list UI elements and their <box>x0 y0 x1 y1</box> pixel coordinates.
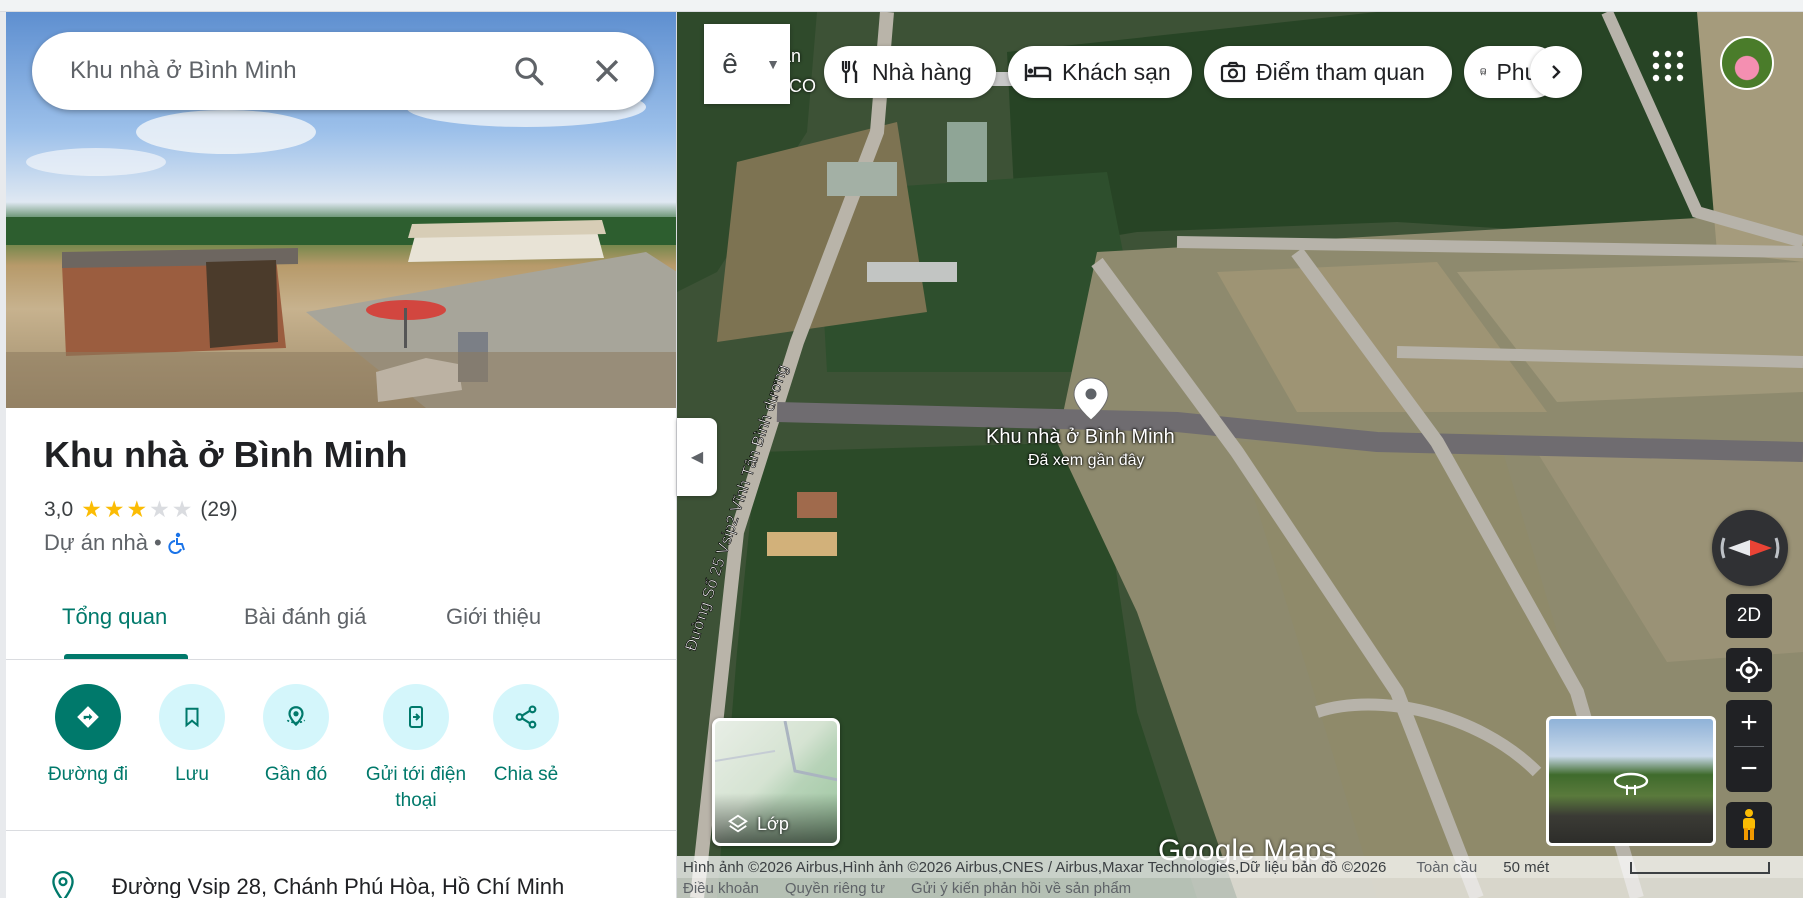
layer-preview-map <box>715 721 837 782</box>
category-row: Dự án nhà • <box>44 530 188 556</box>
scale-label[interactable]: 50 mét <box>1503 859 1549 876</box>
star-empty-icon: ★ <box>171 496 193 522</box>
compass-icon <box>1720 537 1780 559</box>
star-icon: ★ <box>81 496 102 522</box>
section-divider <box>6 830 676 831</box>
zoom-divider <box>1734 746 1764 747</box>
account-avatar[interactable] <box>1720 36 1774 90</box>
place-panel: Khu nhà ở Bình Minh 3,0 ★ ★ ★ ★ ★ (29) D… <box>6 12 677 898</box>
zoom-in-button[interactable]: + <box>1726 700 1772 746</box>
star-icon: ★ <box>103 496 125 522</box>
tab-overview[interactable]: Tổng quan <box>62 604 167 630</box>
send-to-phone-label: Gửi tới điện thoại <box>365 764 467 811</box>
chip-restaurants[interactable]: Nhà hàng <box>824 46 996 98</box>
search-input[interactable] <box>70 57 490 85</box>
directions-label: Đường đi <box>47 764 129 785</box>
zoom-out-button[interactable]: − <box>1726 746 1772 792</box>
send-to-phone-circle <box>383 684 449 750</box>
pin-label[interactable]: Khu nhà ở Bình Minh <box>986 426 1175 449</box>
chip-label: Khách sạn <box>1062 58 1171 85</box>
save-button[interactable]: Lưu <box>132 672 252 788</box>
share-button[interactable]: Chia sẻ <box>466 672 586 788</box>
browser-top-strip <box>0 0 1803 12</box>
share-circle <box>493 684 559 750</box>
directions-icon <box>77 706 99 728</box>
nearby-label: Gần đó <box>264 764 328 785</box>
send-to-phone-icon <box>409 706 423 728</box>
place-title: Khu nhà ở Bình Minh <box>44 434 408 475</box>
compass-button[interactable] <box>1712 510 1788 586</box>
nearby-button[interactable]: Gần đó <box>236 672 356 788</box>
wheelchair-accessible-icon <box>168 532 185 554</box>
chevron-left-icon: ◀ <box>690 449 704 466</box>
my-location-button[interactable] <box>1726 648 1772 692</box>
place-photo[interactable] <box>6 12 676 408</box>
address-row[interactable]: Đường Vsip 28, Chánh Phú Hòa, Hồ Chí Min… <box>50 870 564 898</box>
place-category[interactable]: Dự án nhà <box>44 530 148 556</box>
chip-hotels[interactable]: Khách sạn <box>1008 46 1192 98</box>
review-count[interactable]: (29) <box>200 498 237 522</box>
chevron-right-icon <box>1552 65 1561 79</box>
pegman-icon <box>1743 809 1755 840</box>
share-icon <box>515 705 537 729</box>
chevron-down-icon[interactable]: ▼ <box>756 56 790 72</box>
privacy-link[interactable]: Quyền riêng tư <box>785 880 885 897</box>
share-label: Chia sẻ <box>493 764 559 785</box>
imagery-attribution[interactable]: Hình ảnh ©2026 Airbus,Hình ảnh ©2026 Air… <box>683 859 1386 876</box>
chip-attractions[interactable]: Điểm tham quan <box>1204 46 1452 98</box>
zoom-controls: + − <box>1726 700 1772 792</box>
rating-row[interactable]: 3,0 ★ ★ ★ ★ ★ (29) <box>44 496 238 523</box>
place-address: Đường Vsip 28, Chánh Phú Hòa, Hồ Chí Min… <box>112 874 565 898</box>
camera-icon <box>1220 61 1246 83</box>
restaurant-icon <box>841 60 858 83</box>
chips-next-button[interactable] <box>1530 46 1582 98</box>
bookmark-icon <box>185 707 199 728</box>
hotel-icon <box>1024 64 1052 81</box>
rating-value: 3,0 <box>44 497 74 521</box>
directions-circle <box>55 684 121 750</box>
transit-icon: ê <box>722 48 738 79</box>
tab-reviews[interactable]: Bài đánh giá <box>244 604 366 630</box>
chip-label: Nhà hàng <box>872 58 972 85</box>
send-to-phone-button[interactable]: Gửi tới điện thoại <box>346 672 486 814</box>
search-bar[interactable] <box>32 32 654 110</box>
rotate-360-icon <box>1613 772 1649 795</box>
train-icon <box>1480 68 1486 76</box>
global-toggle[interactable]: Toàn cầu <box>1416 859 1477 876</box>
search-icon[interactable] <box>512 54 546 88</box>
action-buttons: Đường đi Lưu Gần đó Gửi tới điện thoại C… <box>6 672 676 822</box>
layers-button[interactable]: Lớp <box>712 718 840 846</box>
terms-link[interactable]: Điều khoản <box>683 880 759 897</box>
street-view-thumbnail[interactable] <box>1546 716 1716 846</box>
view-mode-button[interactable]: 2D <box>1726 594 1772 638</box>
location-pin-icon <box>52 870 74 898</box>
pin-sublabel: Đã xem gần đây <box>1028 452 1145 469</box>
separator-dot: • <box>154 530 162 555</box>
directions-button[interactable]: Đường đi <box>28 672 148 788</box>
scale-bar <box>1630 862 1770 874</box>
save-circle <box>159 684 225 750</box>
nearby-circle <box>263 684 329 750</box>
apps-grid-icon[interactable] <box>1650 48 1686 84</box>
transit-layer-button[interactable]: ê ▼ <box>704 24 790 104</box>
collapse-panel-button[interactable]: ◀ <box>677 418 717 496</box>
star-icon: ★ <box>126 496 148 522</box>
place-tabs: Tổng quan Bài đánh giá Giới thiệu <box>6 586 676 660</box>
rating-stars: ★ ★ ★ ★ ★ <box>81 496 192 523</box>
save-label: Lưu <box>175 764 209 785</box>
nearby-icon <box>286 706 306 727</box>
layers-label-row: Lớp <box>727 813 789 835</box>
tab-about[interactable]: Giới thiệu <box>446 604 541 630</box>
pegman-button[interactable] <box>1726 802 1772 848</box>
active-tab-indicator <box>64 654 188 659</box>
feedback-link[interactable]: Gửi ý kiến phản hồi về sản phẩm <box>911 880 1131 897</box>
chip-label: Điểm tham quan <box>1256 58 1425 85</box>
my-location-icon <box>1736 657 1762 683</box>
close-icon[interactable] <box>590 54 624 88</box>
layers-icon <box>728 814 748 833</box>
star-empty-icon: ★ <box>149 496 170 522</box>
footer-links: Điều khoản Quyền riêng tư Gửi ý kiến phả… <box>677 878 1803 898</box>
layers-label: Lớp <box>757 813 789 834</box>
